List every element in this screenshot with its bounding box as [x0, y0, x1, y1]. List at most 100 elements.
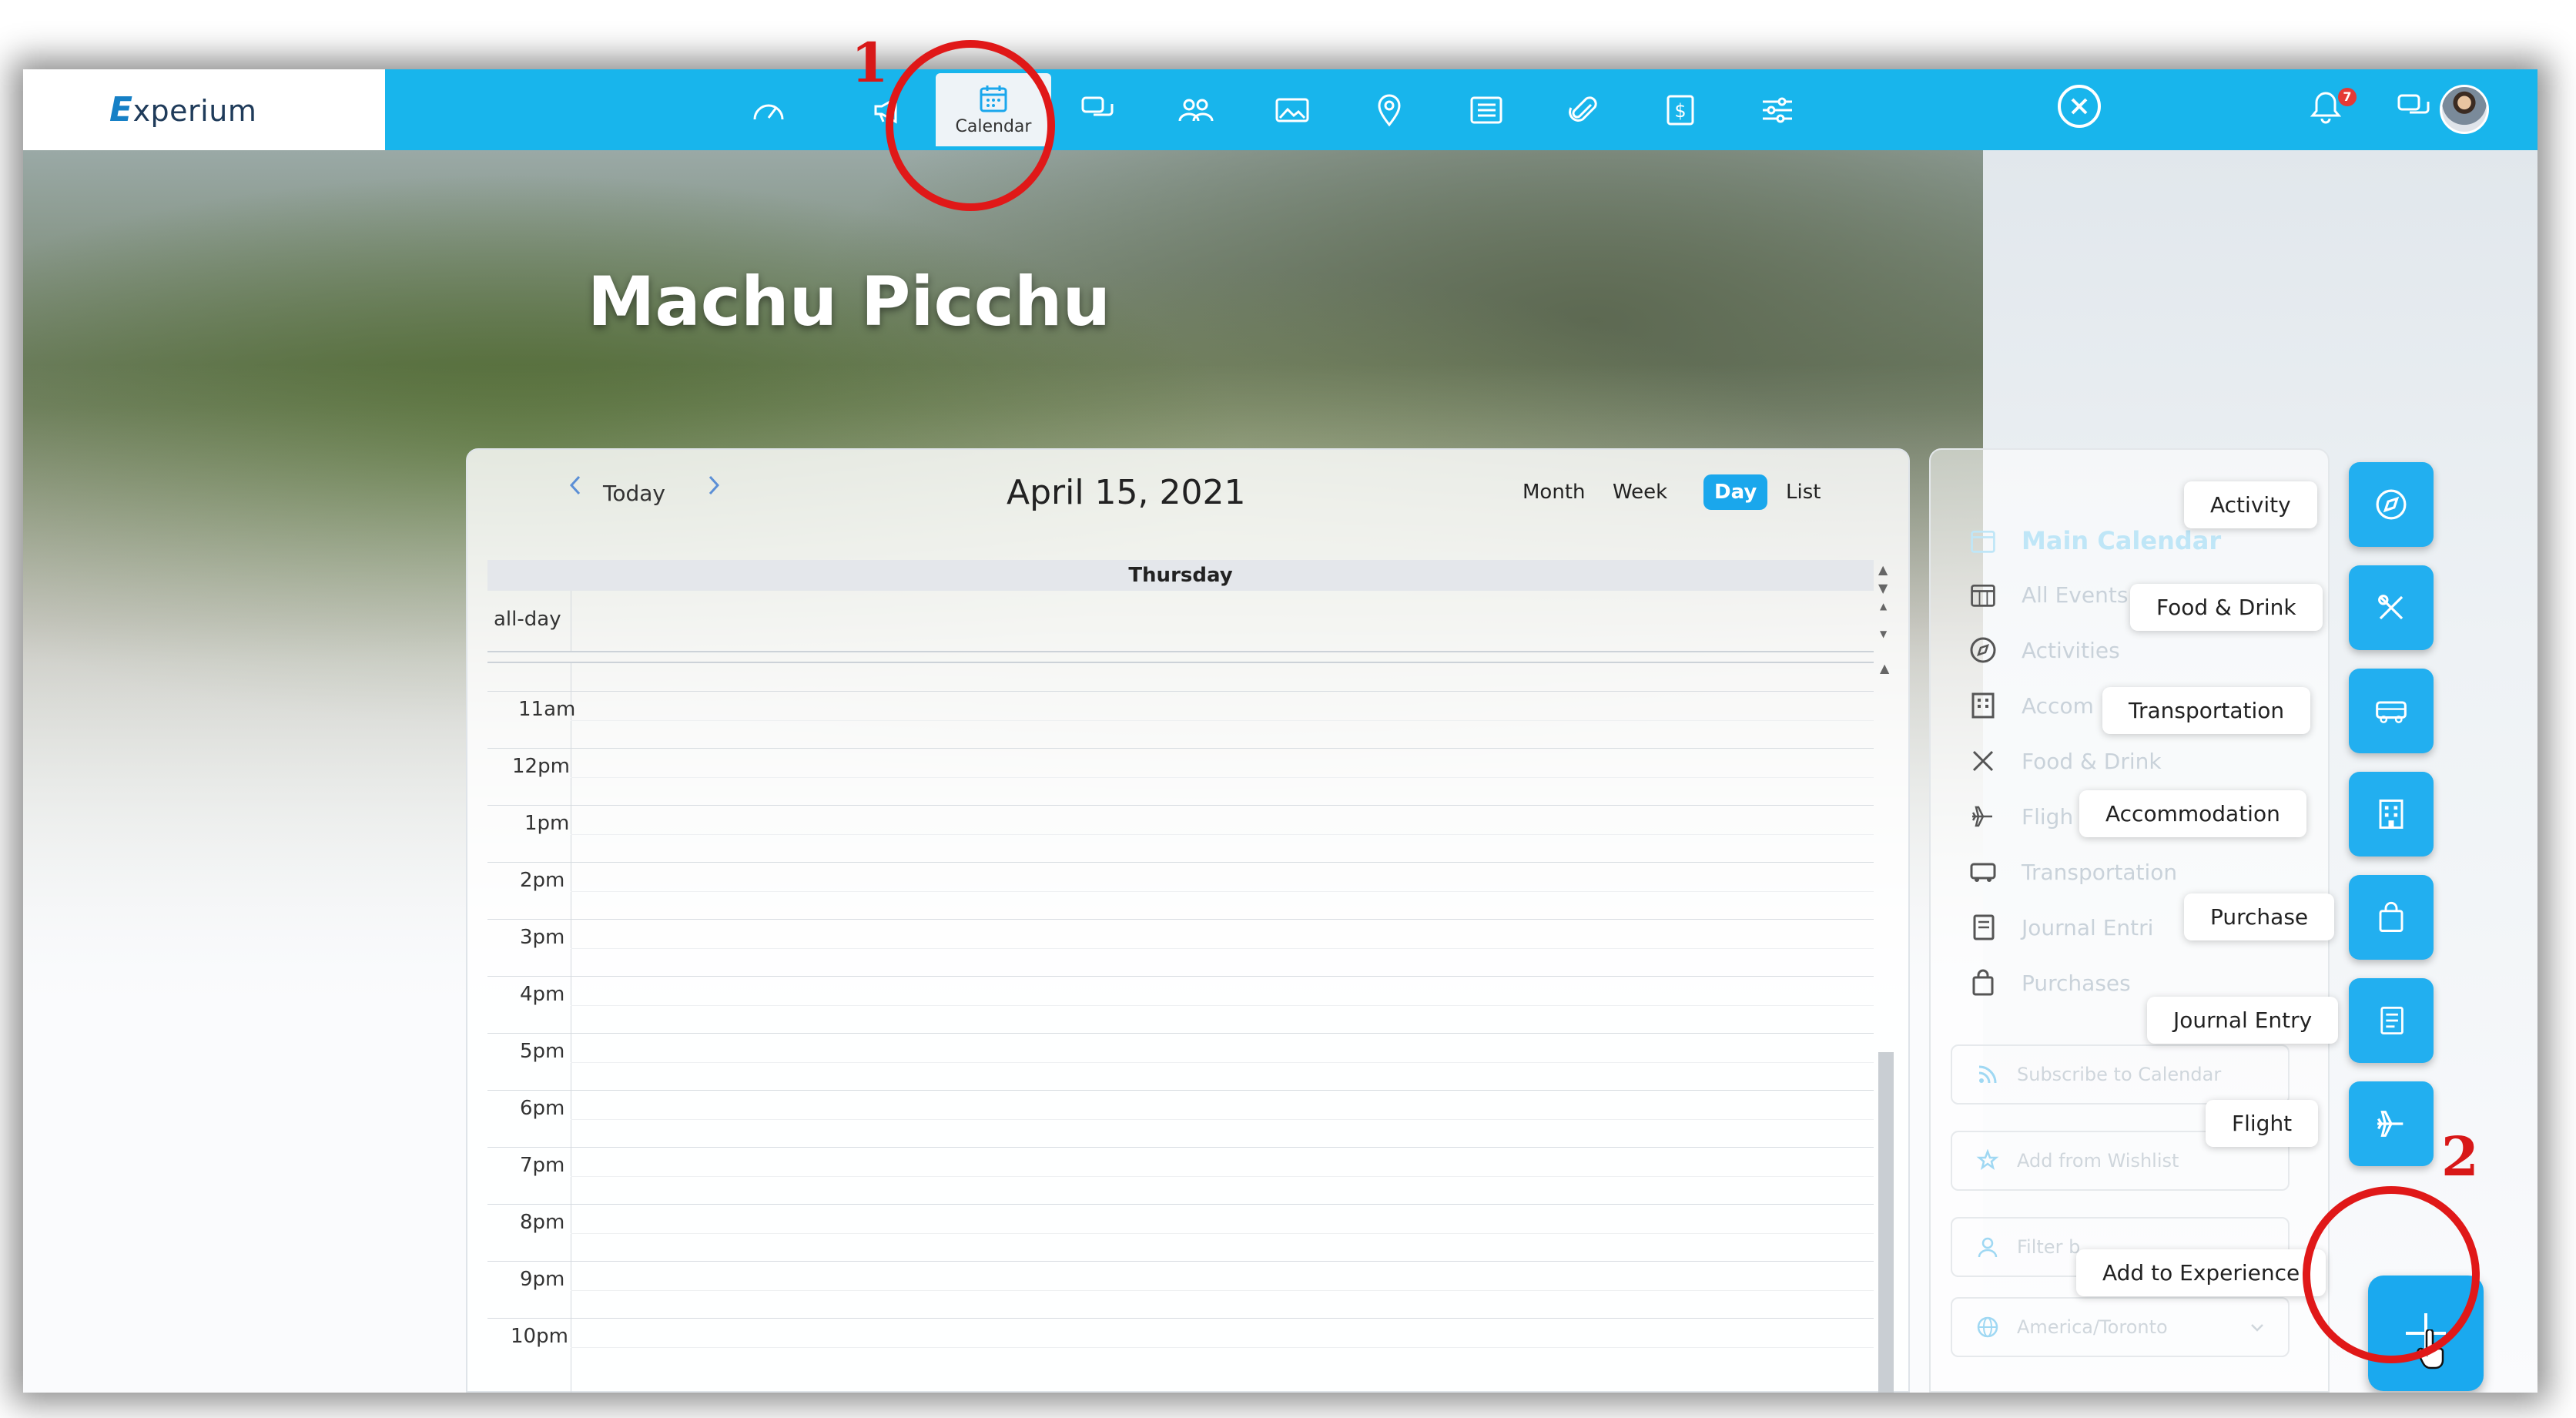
chat-button[interactable]: [2397, 92, 2432, 126]
add-purchase-button[interactable]: [2349, 875, 2434, 960]
nav-locations[interactable]: [1343, 69, 1435, 150]
app-window: Experium Calendar $ 7 Machu Picchu Today…: [23, 69, 2537, 1393]
hour-label: 6pm: [520, 1097, 565, 1120]
time-slot[interactable]: 6pm: [487, 1090, 1874, 1148]
previous-day-button[interactable]: [568, 473, 583, 504]
globe-icon: [1972, 1316, 2003, 1339]
logo-area[interactable]: Experium: [23, 69, 385, 150]
fab-label-accommodation[interactable]: Accommodation: [2079, 790, 2306, 837]
today-button[interactable]: Today: [603, 481, 665, 506]
view-week-button[interactable]: Week: [1613, 481, 1667, 504]
close-icon: [2071, 98, 2088, 115]
user-avatar[interactable]: [2440, 85, 2489, 134]
time-slot[interactable]: 11am: [487, 691, 1874, 749]
calendar-panel: Today April 15, 2021 Month Week Day List…: [466, 448, 1910, 1393]
list-icon: [1470, 96, 1502, 123]
nav-photos[interactable]: [1246, 69, 1338, 150]
fab-label-food-drink[interactable]: Food & Drink: [2130, 584, 2323, 631]
plane-icon: [1968, 801, 1998, 832]
nav-settings[interactable]: [1731, 69, 1824, 150]
hour-label: 10pm: [511, 1325, 568, 1348]
view-list-button[interactable]: List: [1786, 481, 1821, 504]
notification-count-badge: 7: [2338, 88, 2357, 106]
subscribe-to-calendar-button[interactable]: Subscribe to Calendar: [1951, 1044, 2290, 1105]
time-slot[interactable]: 12pm: [487, 748, 1874, 806]
time-grid[interactable]: 11am 12pm 1pm 2pm 3pm 4pm 5pm 6pm 7pm 8p…: [487, 662, 1874, 1393]
time-slot[interactable]: 8pm: [487, 1204, 1874, 1262]
time-slot[interactable]: 2pm: [487, 862, 1874, 920]
hour-label: 7pm: [520, 1154, 565, 1177]
rss-icon: [1972, 1063, 2003, 1086]
add-flight-button[interactable]: [2349, 1081, 2434, 1166]
utensils-icon: [2378, 595, 2403, 620]
annotation-number-1: 1: [851, 31, 889, 95]
chevron-right-icon: [708, 475, 720, 495]
fab-label-transportation[interactable]: Transportation: [2102, 687, 2311, 734]
sidebar-item-accommodations[interactable]: Accom: [1968, 690, 2094, 721]
sidebar-item-activities[interactable]: Activities: [1968, 635, 2120, 665]
nav-people[interactable]: [1149, 69, 1241, 150]
time-grid-scrollbar[interactable]: ▲: [1878, 661, 1894, 1393]
allday-scroll-up[interactable]: ▲: [1878, 562, 1888, 577]
view-day-button[interactable]: Day: [1703, 474, 1768, 510]
fab-label-purchase[interactable]: Purchase: [2184, 893, 2335, 940]
fab-label-add-to-experience[interactable]: Add to Experience: [2076, 1249, 2326, 1296]
add-activity-button[interactable]: [2349, 462, 2434, 547]
building-icon: [1968, 690, 1998, 721]
timezone-select[interactable]: America/Toronto: [1951, 1297, 2290, 1357]
shopping-bag-icon: [1968, 967, 1998, 998]
half-hour-line: [571, 948, 1874, 949]
fab-label-journal-entry[interactable]: Journal Entry: [2147, 997, 2339, 1044]
sidebar-item-all-events[interactable]: All Events: [1968, 579, 2128, 610]
time-slot[interactable]: 7pm: [487, 1147, 1874, 1205]
sidebar-item-journal-entries[interactable]: Journal Entri: [1968, 912, 2153, 943]
calendar-date-title: April 15, 2021: [1007, 473, 1246, 512]
view-month-button[interactable]: Month: [1522, 481, 1586, 504]
time-slot[interactable]: 4pm: [487, 976, 1874, 1034]
half-hour-line: [571, 1062, 1874, 1063]
hour-label: 12pm: [512, 755, 570, 778]
paperclip-icon: [1569, 96, 1597, 122]
half-hour-line: [571, 1176, 1874, 1177]
add-accommodation-button[interactable]: [2349, 772, 2434, 856]
add-transportation-button[interactable]: [2349, 669, 2434, 753]
calendar-icon: [1968, 525, 1998, 556]
time-slot[interactable]: 1pm: [487, 805, 1874, 863]
allday-scroll-down[interactable]: ▼: [1878, 581, 1888, 595]
sidebar-item-transportation[interactable]: Transportation: [1968, 856, 2177, 887]
sidebar-item-food-drink[interactable]: Food & Drink: [1968, 746, 2162, 776]
hour-label: 9pm: [520, 1268, 565, 1291]
journal-icon: [2380, 1006, 2403, 1035]
fab-label-flight[interactable]: Flight: [2206, 1100, 2319, 1147]
time-slot[interactable]: 5pm: [487, 1033, 1874, 1091]
time-slot[interactable]: 10pm: [487, 1318, 1874, 1376]
allday-scroll-down-small[interactable]: ▼: [1880, 629, 1887, 639]
sidebar-item-flights[interactable]: Fligh: [1968, 801, 2073, 832]
scroll-up-arrow[interactable]: ▲: [1880, 661, 1889, 675]
allday-scroll-up-small[interactable]: ▲: [1880, 601, 1887, 612]
scrollbar-thumb[interactable]: [1878, 1052, 1894, 1393]
close-experience-button[interactable]: [2058, 85, 2101, 128]
sidebar-item-label: All Events: [2022, 582, 2129, 608]
add-food-drink-button[interactable]: [2349, 565, 2434, 650]
add-journal-entry-button[interactable]: [2349, 978, 2434, 1063]
sidebar-item-label: Purchases: [2022, 970, 2131, 996]
sidebar-item-purchases[interactable]: Purchases: [1968, 967, 2131, 998]
nav-budget[interactable]: $: [1634, 69, 1727, 150]
sidebar-item-main-calendar[interactable]: Main Calendar: [1968, 525, 2221, 556]
experience-title: Machu Picchu: [587, 262, 1111, 341]
nav-messages[interactable]: [1052, 69, 1144, 150]
wishlist-label: Add from Wishlist: [2017, 1150, 2179, 1172]
nav-dashboard[interactable]: [722, 69, 815, 150]
all-day-row[interactable]: all-day: [487, 591, 1874, 652]
nav-attachments[interactable]: [1537, 69, 1630, 150]
nav-list[interactable]: [1440, 69, 1533, 150]
time-slot[interactable]: 3pm: [487, 919, 1874, 977]
next-day-button[interactable]: [706, 473, 722, 504]
sidebar-item-label: Transportation: [2022, 859, 2178, 885]
time-slot[interactable]: 9pm: [487, 1261, 1874, 1319]
sliders-icon: [1763, 97, 1792, 122]
fab-label-activity[interactable]: Activity: [2184, 481, 2317, 528]
experium-logo: Experium: [109, 90, 257, 129]
compass-icon: [1968, 635, 1998, 665]
